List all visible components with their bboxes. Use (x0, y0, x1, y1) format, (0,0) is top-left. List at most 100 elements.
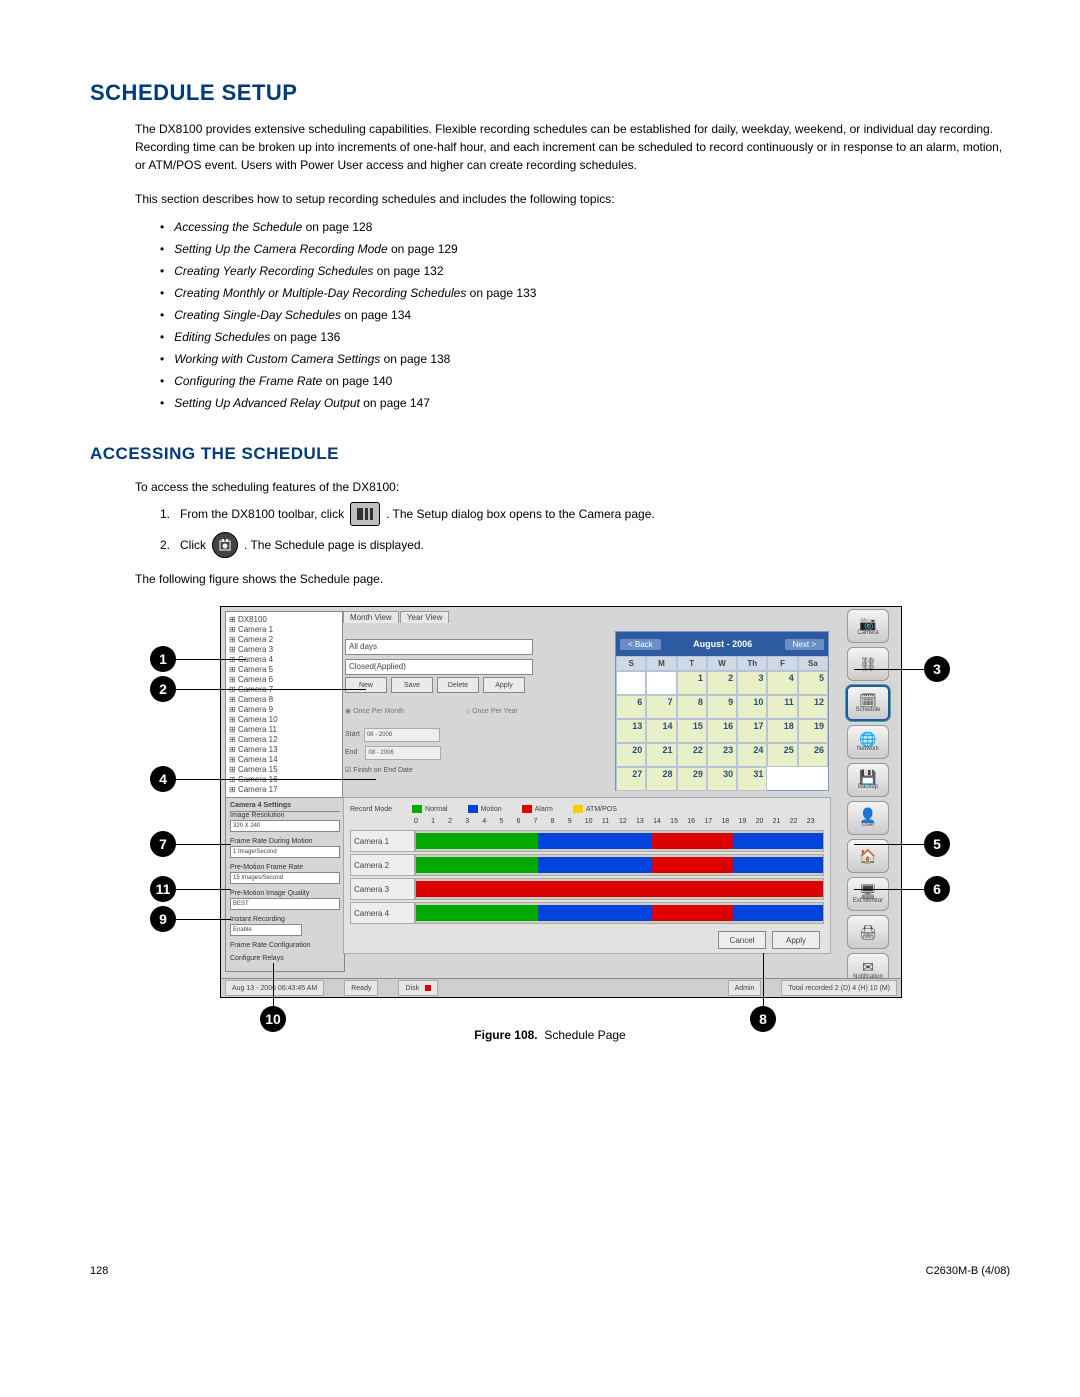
section-title: ACCESSING THE SCHEDULE (90, 444, 1010, 464)
days-select[interactable]: All days (345, 639, 533, 655)
configure-relays-link[interactable]: Configure Relays (230, 955, 340, 962)
calendar-day[interactable]: 24 (737, 743, 767, 767)
page-footer: 128 C2630M-B (4/08) (90, 1265, 1010, 1277)
tree-camera-item[interactable]: Camera 10 (229, 715, 339, 725)
apply-schedule-button[interactable]: Apply (483, 677, 525, 693)
save-button[interactable]: Save (391, 677, 433, 693)
calendar-day[interactable]: 26 (798, 743, 828, 767)
calendar-day[interactable]: 8 (677, 695, 707, 719)
tab-month-view[interactable]: Month View (343, 611, 399, 623)
intro-paragraph-1: The DX8100 provides extensive scheduling… (135, 120, 1010, 174)
tree-camera-item[interactable]: Camera 13 (229, 745, 339, 755)
calendar-day[interactable]: 15 (677, 719, 707, 743)
tree-camera-item[interactable]: Camera 8 (229, 695, 339, 705)
calendar-day[interactable]: 7 (646, 695, 676, 719)
tree-camera-item[interactable]: Camera 4 (229, 655, 339, 665)
calendar-day[interactable]: 12 (798, 695, 828, 719)
camera-icon[interactable]: 📷Camera (847, 609, 889, 643)
tree-camera-item[interactable]: Camera 3 (229, 645, 339, 655)
start-date-field[interactable]: 08 - 2006 (364, 728, 440, 742)
tree-camera-item[interactable]: Camera 16 (229, 775, 339, 785)
tree-camera-item[interactable]: Camera 12 (229, 735, 339, 745)
calendar-day[interactable]: 16 (707, 719, 737, 743)
frame-rate-motion-select[interactable]: 1 Image/Second (230, 846, 340, 858)
calendar-day[interactable]: 19 (798, 719, 828, 743)
calendar-day[interactable]: 22 (677, 743, 707, 767)
topic-item: Setting Up the Camera Recording Mode on … (160, 238, 1010, 260)
backup-icon[interactable]: 💾Backup (847, 763, 889, 797)
timeline-area: Record Mode Normal Motion Alarm ATM/POS … (343, 797, 831, 954)
topic-item: Configuring the Frame Rate on page 140 (160, 370, 1010, 392)
calendar-day[interactable]: 11 (767, 695, 797, 719)
tab-year-view[interactable]: Year View (400, 611, 450, 623)
camera-tree[interactable]: ⊞ DX8100 Camera 1Camera 2Camera 3Camera … (225, 611, 343, 799)
schedule-screenshot: ⊞ DX8100 Camera 1Camera 2Camera 3Camera … (220, 606, 902, 998)
delete-button[interactable]: Delete (437, 677, 479, 693)
schedule-icon[interactable]: 🗓Schedule (846, 685, 890, 721)
calendar-day[interactable]: 30 (707, 767, 737, 791)
calendar-day[interactable]: 21 (646, 743, 676, 767)
calendar-back-button[interactable]: < Back (620, 639, 661, 650)
tree-camera-item[interactable]: Camera 17 (229, 785, 339, 795)
calendar-dow: S (616, 656, 646, 671)
calendar-day[interactable]: 28 (646, 767, 676, 791)
calendar-day[interactable]: 3 (737, 671, 767, 695)
calendar-day[interactable]: 27 (616, 767, 646, 791)
calendar-day[interactable]: 23 (707, 743, 737, 767)
end-date-field[interactable]: 08 - 2006 (365, 746, 441, 760)
timeline-row[interactable]: Camera 3 (350, 878, 824, 900)
new-button[interactable]: New (345, 677, 387, 693)
once-per-year-radio[interactable]: ○ Once Per Year (466, 708, 548, 715)
tree-camera-item[interactable]: Camera 2 (229, 635, 339, 645)
tree-camera-item[interactable]: Camera 7 (229, 685, 339, 695)
timeline-row[interactable]: Camera 4 (350, 902, 824, 924)
status-date: Aug 13 - 2006 06:43:45 AM (225, 980, 324, 996)
tree-camera-item[interactable]: Camera 15 (229, 765, 339, 775)
schedule-select[interactable]: Closed(Applied) (345, 659, 533, 675)
network-icon[interactable]: 🌐Network (847, 725, 889, 759)
apply-button[interactable]: Apply (772, 931, 820, 949)
tree-camera-item[interactable]: Camera 9 (229, 705, 339, 715)
calendar-day[interactable]: 14 (646, 719, 676, 743)
calendar: < Back August - 2006 Next > SMTWThFSa..1… (615, 631, 829, 791)
calendar-day[interactable]: 1 (677, 671, 707, 695)
tree-camera-item[interactable]: Camera 14 (229, 755, 339, 765)
image-resolution-select[interactable]: 320 X 240 (230, 820, 340, 832)
link-icon[interactable]: ⛓ (847, 647, 889, 681)
cancel-button[interactable]: Cancel (718, 931, 766, 949)
calendar-dow: F (767, 656, 797, 671)
calendar-day[interactable]: 2 (707, 671, 737, 695)
callout-10: 10 (260, 1006, 286, 1032)
calendar-next-button[interactable]: Next > (785, 639, 824, 650)
calendar-day[interactable]: 10 (737, 695, 767, 719)
pre-motion-quality-select[interactable]: BEST (230, 898, 340, 910)
timeline-row[interactable]: Camera 1 (350, 830, 824, 852)
tree-camera-item[interactable]: Camera 11 (229, 725, 339, 735)
user-icon[interactable]: 👤User (847, 801, 889, 835)
tree-camera-item[interactable]: Camera 1 (229, 625, 339, 635)
calendar-day[interactable]: 29 (677, 767, 707, 791)
calendar-day[interactable]: 4 (767, 671, 797, 695)
calendar-dow: T (677, 656, 707, 671)
printer-icon[interactable]: 🖨 (847, 915, 889, 949)
ext-monitor-icon[interactable]: 🖥Ext Monitor (847, 877, 889, 911)
calendar-day[interactable]: 5 (798, 671, 828, 695)
calendar-day[interactable]: 13 (616, 719, 646, 743)
tree-camera-item[interactable]: Camera 5 (229, 665, 339, 675)
timeline-row[interactable]: Camera 2 (350, 854, 824, 876)
instant-recording-select[interactable]: Enable (230, 924, 302, 936)
finish-on-end-date-check[interactable]: ☑ Finish on End Date (345, 763, 441, 779)
topic-item: Creating Single-Day Schedules on page 13… (160, 304, 1010, 326)
calendar-day[interactable]: 9 (707, 695, 737, 719)
calendar-day[interactable]: 25 (767, 743, 797, 767)
calendar-day[interactable]: 18 (767, 719, 797, 743)
calendar-day[interactable]: 31 (737, 767, 767, 791)
frame-rate-config-link[interactable]: Frame Rate Configuration (230, 942, 340, 949)
calendar-day[interactable]: 20 (616, 743, 646, 767)
calendar-day[interactable]: 17 (737, 719, 767, 743)
once-per-month-radio[interactable]: ◉ Once Per Month (345, 708, 434, 715)
pre-motion-frame-rate-select[interactable]: 15 Images/Second (230, 872, 340, 884)
calendar-day[interactable]: 6 (616, 695, 646, 719)
tree-camera-item[interactable]: Camera 6 (229, 675, 339, 685)
timeline-row-label: Camera 2 (350, 854, 415, 876)
